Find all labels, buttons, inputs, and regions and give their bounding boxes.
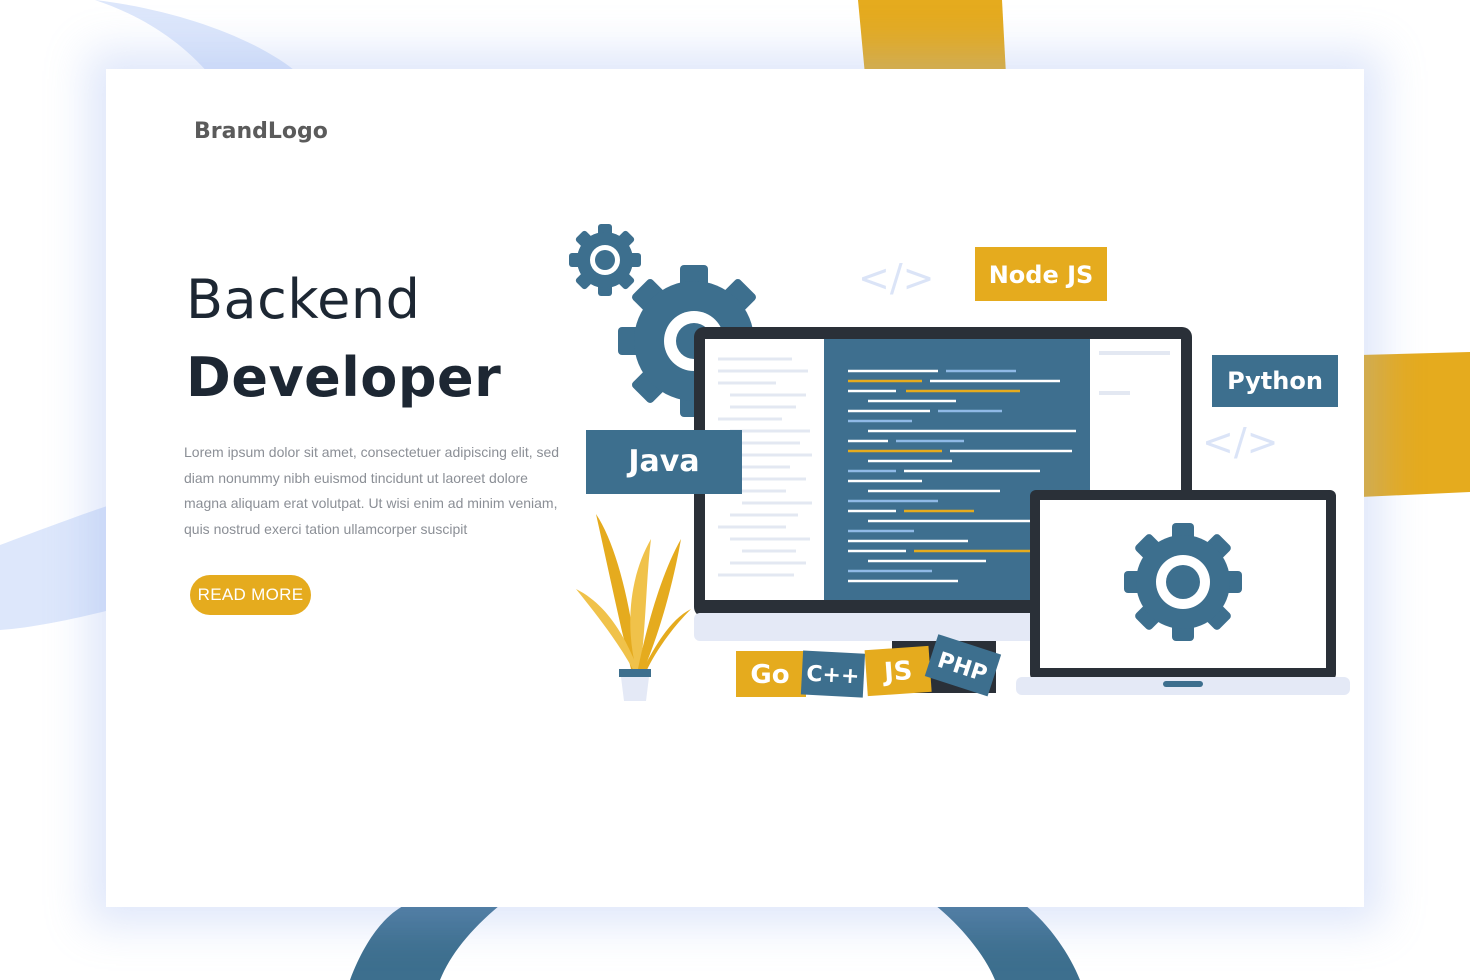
- blue-arc-bottom: [350, 905, 500, 980]
- tag-python: Python: [1212, 355, 1338, 407]
- tag-go: Go: [736, 651, 806, 697]
- blue-swoosh-left: [0, 505, 110, 630]
- code-brackets-icon: </>: [858, 256, 934, 300]
- hero-card: BrandLogo Backend Developer Lorem ipsum …: [106, 69, 1364, 907]
- tag-cpp: C++: [800, 650, 866, 698]
- yellow-band-right: [1360, 352, 1470, 497]
- code-brackets-icon: </>: [1202, 420, 1278, 464]
- tag-js-label: JS: [881, 656, 913, 688]
- gear-icon: [1124, 523, 1242, 641]
- tag-go-label: Go: [750, 660, 789, 690]
- gear-icon: [569, 224, 641, 296]
- tag-java: Java: [586, 430, 742, 494]
- tag-cpp-label: C++: [806, 662, 860, 690]
- plant-icon: [576, 514, 691, 701]
- tag-java-label: Java: [626, 444, 699, 479]
- blue-arc-bottom-right: [935, 905, 1080, 980]
- tag-python-label: Python: [1227, 367, 1323, 395]
- blue-swoosh-top-left: [95, 0, 300, 75]
- yellow-band-top: [858, 0, 1006, 75]
- tag-node-js-label: Node JS: [989, 261, 1094, 289]
- laptop-icon: [1016, 490, 1350, 695]
- tag-js: JS: [864, 645, 932, 697]
- tag-node-js: Node JS: [975, 247, 1107, 301]
- backend-illustration: </> </> Node JS Python Java Go C++ JS PH…: [569, 224, 1350, 701]
